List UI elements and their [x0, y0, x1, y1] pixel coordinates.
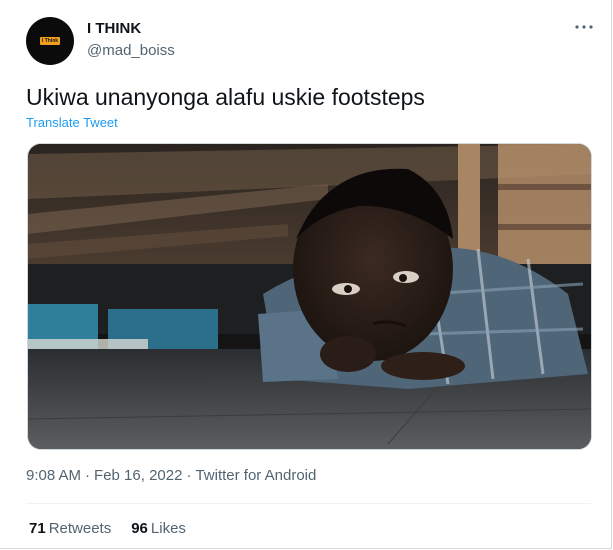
tweet-stats: 71 Retweets 96 Likes — [29, 520, 186, 537]
photo-man-under-bed — [28, 144, 591, 449]
avatar-logo: I Think — [39, 37, 61, 45]
divider — [26, 503, 591, 504]
tweet-meta: 9:08 AM · Feb 16, 2022 · Twitter for Android — [26, 467, 316, 484]
author-handle[interactable]: @mad_boiss — [87, 42, 175, 59]
tweet-source[interactable]: Twitter for Android — [195, 467, 316, 484]
likes-stat[interactable]: 96 Likes — [131, 520, 186, 537]
tweet-date[interactable]: Feb 16, 2022 — [94, 467, 182, 484]
translate-tweet-link[interactable]: Translate Tweet — [26, 115, 118, 130]
more-options-icon[interactable] — [572, 17, 596, 37]
avatar[interactable]: I Think — [26, 17, 74, 65]
tweet-text: Ukiwa unanyonga alafu uskie footsteps — [26, 84, 425, 110]
tweet-card: I Think I THINK @mad_boiss Ukiwa unanyon… — [0, 0, 612, 549]
tweet-media-photo[interactable] — [27, 143, 592, 450]
retweets-stat[interactable]: 71 Retweets — [29, 520, 111, 537]
likes-count: 96 — [131, 520, 148, 537]
meta-separator: · — [85, 467, 91, 484]
tweet-header: I Think I THINK @mad_boiss — [26, 17, 596, 69]
retweets-count: 71 — [29, 520, 46, 537]
tweet-time[interactable]: 9:08 AM — [26, 467, 81, 484]
author-display-name[interactable]: I THINK — [87, 20, 141, 37]
meta-separator: · — [186, 467, 192, 484]
retweets-label: Retweets — [48, 520, 112, 537]
likes-label: Likes — [150, 520, 186, 537]
